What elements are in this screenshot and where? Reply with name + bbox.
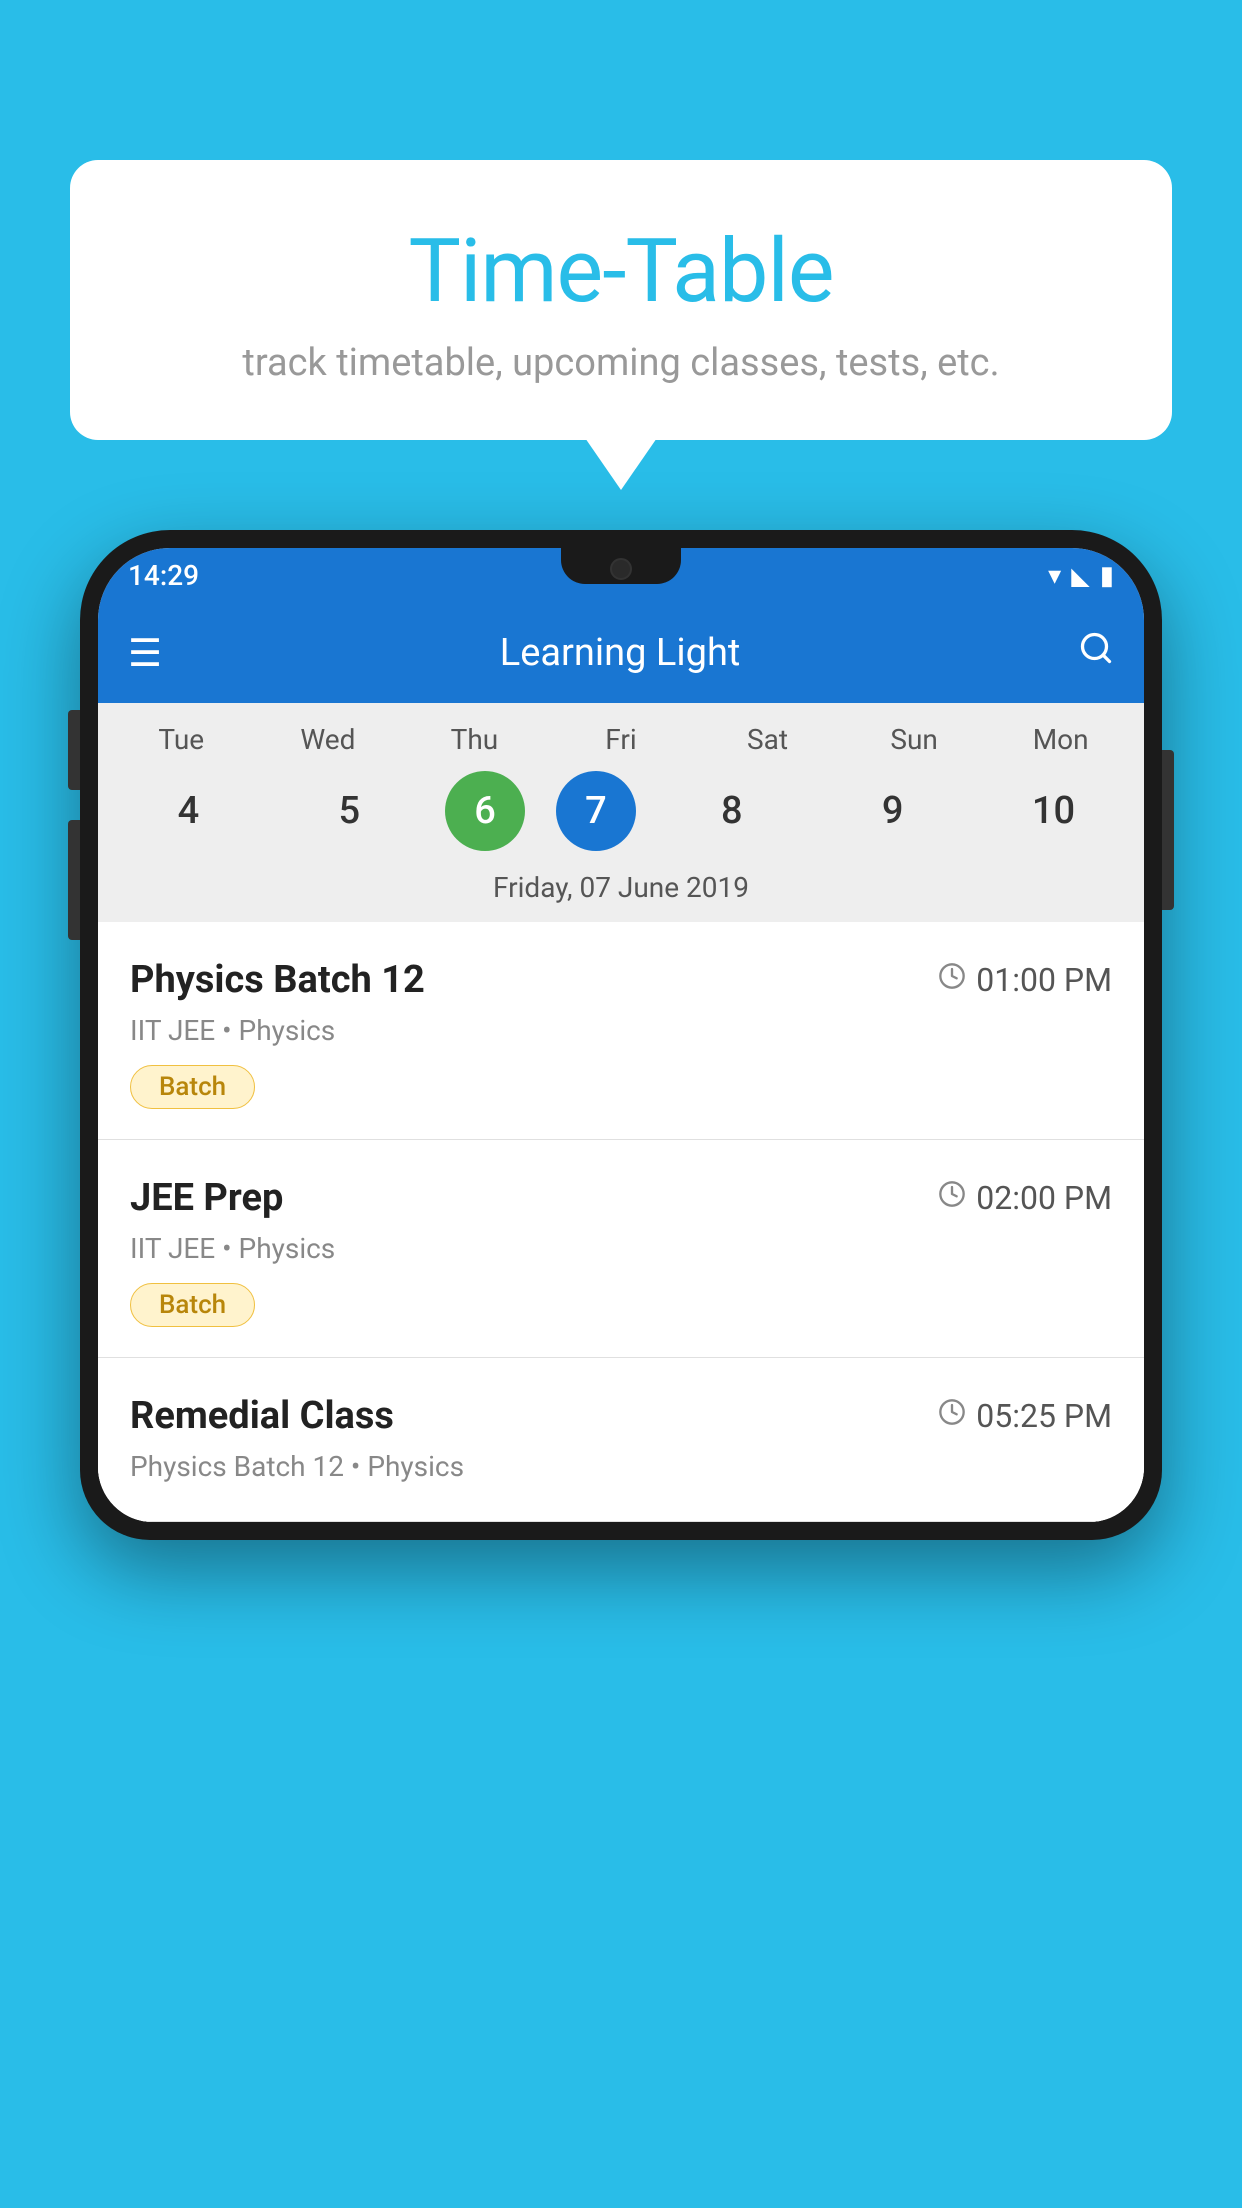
signal-icon: ◣ xyxy=(1071,562,1089,590)
hamburger-icon[interactable]: ☰ xyxy=(128,631,162,676)
schedule-item-2-badge: Batch xyxy=(130,1283,255,1327)
app-bar: ☰ Learning Light xyxy=(98,603,1144,703)
status-time: 14:29 xyxy=(128,559,199,592)
schedule-item-2[interactable]: JEE Prep 02:00 PM IIT JEE • Physics xyxy=(98,1140,1144,1358)
day-numbers: 4 5 6 7 8 9 10 xyxy=(108,771,1134,851)
schedule-item-3-title: Remedial Class xyxy=(130,1394,394,1438)
speech-bubble: Time-Table track timetable, upcoming cla… xyxy=(70,160,1172,440)
app-title: Learning Light xyxy=(192,631,1048,675)
calendar-strip: Tue Wed Thu Fri Sat Sun Mon 4 5 6 7 8 9 … xyxy=(98,703,1144,922)
schedule-list: Physics Batch 12 01:00 PM IIT JEE • P xyxy=(98,922,1144,1522)
day-header-tue: Tue xyxy=(116,723,246,756)
phone-frame: 14:29 ▾ ◣ ▮ ☰ Learning Light xyxy=(80,530,1162,2208)
day-header-mon: Mon xyxy=(996,723,1126,756)
wifi-icon: ▾ xyxy=(1048,561,1061,591)
search-icon[interactable] xyxy=(1078,630,1114,676)
day-8[interactable]: 8 xyxy=(667,771,797,851)
day-4[interactable]: 4 xyxy=(123,771,253,851)
schedule-item-1-header: Physics Batch 12 01:00 PM xyxy=(130,958,1112,1002)
schedule-item-2-time: 02:00 PM xyxy=(938,1179,1112,1217)
status-icons: ▾ ◣ ▮ xyxy=(1048,561,1114,591)
day-header-thu: Thu xyxy=(409,723,539,756)
clock-icon-2 xyxy=(938,1180,966,1216)
day-header-sat: Sat xyxy=(703,723,833,756)
phone-camera xyxy=(610,558,632,580)
day-6-today[interactable]: 6 xyxy=(445,771,525,851)
bubble-subtitle: track timetable, upcoming classes, tests… xyxy=(110,341,1132,385)
schedule-item-1[interactable]: Physics Batch 12 01:00 PM IIT JEE • P xyxy=(98,922,1144,1140)
schedule-item-1-time: 01:00 PM xyxy=(938,961,1112,999)
phone-notch xyxy=(561,548,681,584)
bubble-title: Time-Table xyxy=(110,220,1132,323)
schedule-item-3-time: 05:25 PM xyxy=(938,1397,1112,1435)
schedule-item-1-badge: Batch xyxy=(130,1065,255,1109)
schedule-item-3-header: Remedial Class 05:25 PM xyxy=(130,1394,1112,1438)
schedule-item-1-title: Physics Batch 12 xyxy=(130,958,425,1002)
schedule-item-3[interactable]: Remedial Class 05:25 PM Physics Batch xyxy=(98,1358,1144,1522)
clock-icon-1 xyxy=(938,962,966,998)
day-5[interactable]: 5 xyxy=(284,771,414,851)
volume-up-button[interactable] xyxy=(68,710,80,790)
schedule-item-2-header: JEE Prep 02:00 PM xyxy=(130,1176,1112,1220)
day-header-wed: Wed xyxy=(263,723,393,756)
day-headers: Tue Wed Thu Fri Sat Sun Mon xyxy=(108,723,1134,756)
volume-down-button[interactable] xyxy=(68,820,80,940)
schedule-item-1-subtitle: IIT JEE • Physics xyxy=(130,1014,1112,1047)
day-header-fri: Fri xyxy=(556,723,686,756)
day-10[interactable]: 10 xyxy=(988,771,1118,851)
schedule-item-2-title: JEE Prep xyxy=(130,1176,283,1220)
phone-screen: 14:29 ▾ ◣ ▮ ☰ Learning Light xyxy=(98,548,1144,1522)
day-9[interactable]: 9 xyxy=(828,771,958,851)
selected-date-label: Friday, 07 June 2019 xyxy=(108,871,1134,922)
speech-bubble-container: Time-Table track timetable, upcoming cla… xyxy=(70,160,1172,440)
phone-outer: 14:29 ▾ ◣ ▮ ☰ Learning Light xyxy=(80,530,1162,1540)
power-button[interactable] xyxy=(1162,750,1174,910)
schedule-item-2-subtitle: IIT JEE • Physics xyxy=(130,1232,1112,1265)
clock-icon-3 xyxy=(938,1398,966,1434)
day-7-selected[interactable]: 7 xyxy=(556,771,636,851)
schedule-item-3-subtitle: Physics Batch 12 • Physics xyxy=(130,1450,1112,1483)
day-header-sun: Sun xyxy=(849,723,979,756)
battery-icon: ▮ xyxy=(1100,561,1114,591)
